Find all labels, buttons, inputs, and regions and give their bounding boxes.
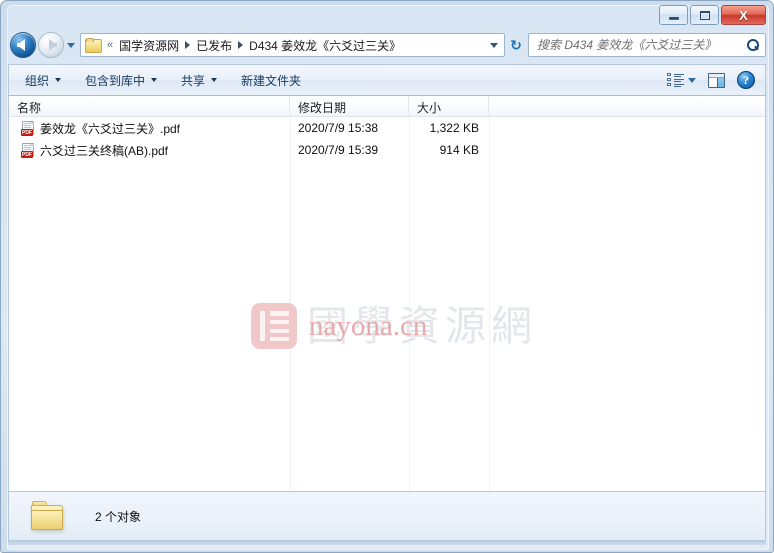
breadcrumb-separator-0[interactable] — [182, 41, 193, 49]
breadcrumb-item-1[interactable]: 已发布 — [193, 36, 235, 55]
breadcrumb-item-0[interactable]: 国学资源网 — [116, 36, 182, 55]
column-header-row: 名称 修改日期 大小 — [9, 96, 765, 117]
file-name-cell: PDF 六爻过三关终稿(AB).pdf — [9, 142, 290, 159]
title-bar: X — [0, 0, 774, 28]
new-folder-label: 新建文件夹 — [241, 73, 302, 88]
file-date-cell: 2020/7/9 15:38 — [298, 121, 379, 135]
arrow-right-icon — [49, 39, 57, 51]
column-header-date[interactable]: 修改日期 — [290, 96, 409, 116]
table-row[interactable]: PDF 六爻过三关终稿(AB).pdf 2020/7/9 15:39 914 K… — [9, 139, 765, 161]
close-icon: X — [739, 7, 748, 23]
pdf-badge-label: PDF — [21, 150, 33, 158]
search-input[interactable] — [537, 38, 745, 52]
chevron-down-icon — [151, 78, 158, 82]
back-button[interactable] — [10, 32, 36, 58]
maximize-icon — [699, 10, 710, 20]
change-view-button[interactable] — [661, 68, 702, 92]
arrow-left-icon — [17, 39, 25, 51]
search-icon — [745, 37, 761, 53]
refresh-icon: ↻ — [510, 37, 522, 53]
new-folder-button[interactable]: 新建文件夹 — [229, 68, 313, 92]
address-dropdown-button[interactable] — [485, 34, 502, 56]
status-bar: 2 个对象 — [8, 491, 766, 541]
file-size-cell: 1,322 KB — [429, 121, 479, 135]
column-header-size[interactable]: 大小 — [409, 96, 489, 116]
view-list-icon — [667, 72, 684, 88]
command-toolbar: 组织 包含到库中 共享 新建文件夹 ? — [8, 64, 766, 96]
column-grid-lines — [9, 117, 765, 491]
column-header-empty[interactable] — [489, 96, 765, 116]
minimize-button[interactable] — [659, 5, 688, 25]
chevron-down-icon — [55, 78, 62, 82]
organize-label: 组织 — [25, 73, 50, 88]
preview-pane-icon — [708, 72, 725, 88]
window-controls: X — [659, 5, 766, 25]
recent-locations-button[interactable] — [64, 33, 78, 57]
chevron-down-icon — [67, 42, 75, 48]
pdf-file-icon: PDF — [21, 120, 35, 136]
table-row[interactable]: PDF 姜效龙《六爻过三关》.pdf 2020/7/9 15:38 1,322 … — [9, 117, 765, 139]
pdf-file-icon: PDF — [21, 142, 35, 158]
pdf-badge-label: PDF — [21, 128, 33, 136]
file-size-cell: 914 KB — [439, 143, 479, 157]
include-in-library-button[interactable]: 包含到库中 — [73, 68, 169, 92]
file-date-cell: 2020/7/9 15:39 — [298, 143, 379, 157]
chevron-down-icon — [489, 42, 498, 48]
organize-button[interactable]: 组织 — [13, 68, 73, 92]
search-box[interactable] — [528, 33, 766, 57]
help-button[interactable]: ? — [731, 68, 761, 92]
maximize-button[interactable] — [690, 5, 719, 25]
chevron-down-icon — [688, 77, 696, 83]
column-header-name[interactable]: 名称 — [9, 96, 290, 116]
folder-icon — [31, 500, 69, 532]
preview-pane-button[interactable] — [702, 68, 731, 92]
address-bar[interactable]: « 国学资源网 已发布 D434 姜效龙《六爻过三关》 — [80, 33, 505, 57]
forward-button[interactable] — [38, 32, 64, 58]
navigation-bar: « 国学资源网 已发布 D434 姜效龙《六爻过三关》 ↻ — [8, 30, 766, 60]
file-name-cell: PDF 姜效龙《六爻过三关》.pdf — [9, 120, 290, 137]
breadcrumb-separator-1[interactable] — [235, 41, 246, 49]
close-button[interactable]: X — [721, 5, 766, 25]
file-rows: PDF 姜效龙《六爻过三关》.pdf 2020/7/9 15:38 1,322 … — [9, 117, 765, 161]
chevron-down-icon — [211, 78, 218, 82]
breadcrumb-overflow[interactable]: « — [104, 39, 116, 51]
file-name-label: 六爻过三关终稿(AB).pdf — [40, 143, 169, 158]
share-with-button[interactable]: 共享 — [169, 68, 229, 92]
refresh-button[interactable]: ↻ — [505, 33, 527, 57]
share-with-label: 共享 — [181, 73, 206, 88]
minimize-icon — [668, 16, 679, 20]
file-name-label: 姜效龙《六爻过三关》.pdf — [40, 121, 181, 136]
include-in-library-label: 包含到库中 — [85, 73, 146, 88]
breadcrumb-item-2[interactable]: D434 姜效龙《六爻过三关》 — [246, 36, 404, 55]
folder-icon — [85, 38, 102, 53]
breadcrumb: « 国学资源网 已发布 D434 姜效龙《六爻过三关》 — [104, 36, 485, 55]
help-icon: ? — [737, 71, 755, 89]
item-count-label: 2 个对象 — [95, 509, 142, 524]
window-bottom-edge — [8, 541, 766, 545]
file-list[interactable]: 名称 修改日期 大小 國學資源網 nayona.cn PDF 姜效龙《六爻过三关… — [8, 96, 766, 491]
